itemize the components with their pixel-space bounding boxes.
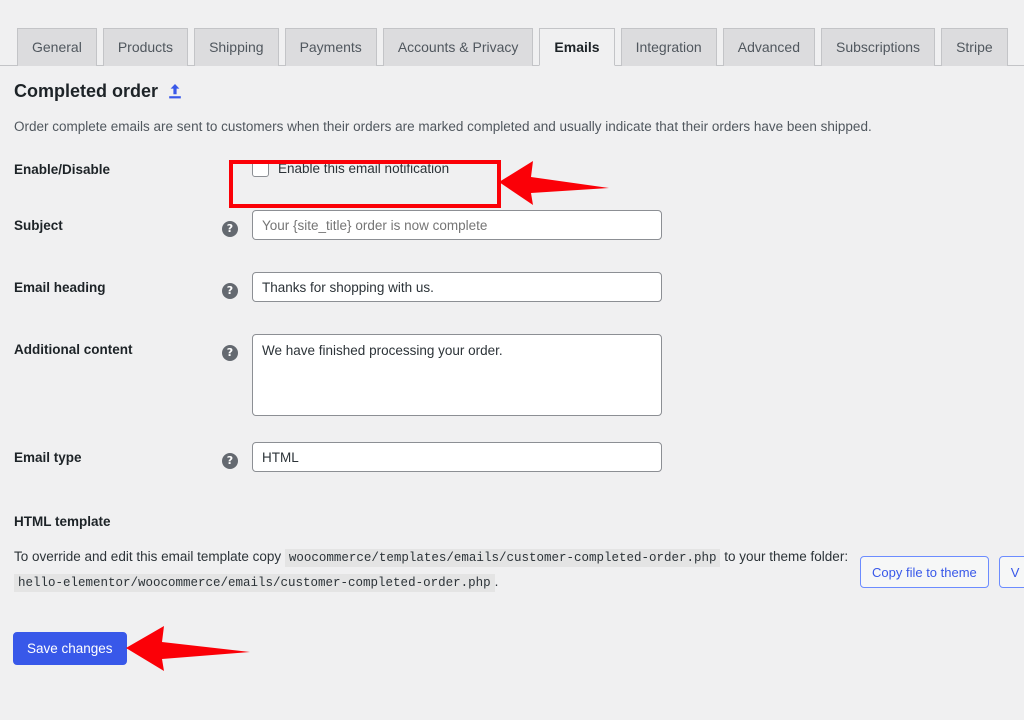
row-additional-content: Additional content ? [0, 334, 1024, 442]
help-icon[interactable]: ? [222, 221, 238, 237]
annotation-arrow-to-save-button [124, 619, 254, 677]
help-email-type[interactable]: ? [222, 442, 252, 469]
html-template-text-before: To override and edit this email template… [14, 549, 281, 564]
tab-products[interactable]: Products [103, 28, 188, 66]
label-additional-content: Additional content [14, 334, 222, 357]
html-template-theme-path: hello-elementor/woocommerce/emails/custo… [14, 574, 495, 592]
label-email-type: Email type [14, 442, 222, 465]
help-icon[interactable]: ? [222, 283, 238, 299]
row-enable-disable: Enable/Disable Enable this email notific… [0, 154, 1024, 210]
page-title-text: Completed order [14, 81, 158, 102]
label-enable-disable: Enable/Disable [14, 154, 222, 177]
email-heading-input[interactable] [252, 272, 662, 302]
settings-page: General Products Shipping Payments Accou… [0, 0, 1024, 720]
label-email-heading: Email heading [14, 272, 222, 295]
html-template-description: To override and edit this email template… [14, 545, 854, 595]
row-email-heading: Email heading ? [0, 272, 1024, 334]
view-template-button[interactable]: V [999, 556, 1024, 588]
help-icon[interactable]: ? [222, 453, 238, 469]
tab-general[interactable]: General [17, 28, 97, 66]
settings-form: Enable/Disable Enable this email notific… [0, 154, 1024, 492]
html-template-source-path: woocommerce/templates/emails/customer-co… [285, 549, 721, 567]
tab-subscriptions[interactable]: Subscriptions [821, 28, 935, 66]
label-subject: Subject [14, 210, 222, 233]
page-title: Completed order [14, 81, 1024, 102]
email-type-input[interactable] [252, 442, 662, 472]
row-subject: Subject ? [0, 210, 1024, 272]
tab-shipping[interactable]: Shipping [194, 28, 279, 66]
tab-emails[interactable]: Emails [539, 28, 614, 66]
help-email-heading[interactable]: ? [222, 272, 252, 299]
tab-accounts-privacy[interactable]: Accounts & Privacy [383, 28, 534, 66]
field-additional-content [252, 334, 1024, 421]
page-description: Order complete emails are sent to custom… [14, 119, 1024, 134]
row-email-type: Email type ? [0, 442, 1024, 492]
subject-input[interactable] [252, 210, 662, 240]
help-spacer-enable [222, 154, 252, 163]
field-email-type [252, 442, 1024, 472]
save-changes-button[interactable]: Save changes [13, 632, 127, 665]
copy-file-to-theme-button[interactable]: Copy file to theme [860, 556, 989, 588]
help-additional-content[interactable]: ? [222, 334, 252, 361]
html-template-text-middle: to your theme folder: [724, 549, 848, 564]
settings-tab-bar: General Products Shipping Payments Accou… [0, 28, 1024, 66]
additional-content-textarea[interactable] [252, 334, 662, 416]
html-template-title: HTML template [14, 514, 1024, 529]
html-template-buttons: Copy file to theme V [860, 556, 1024, 588]
html-template-text-after: . [495, 574, 499, 589]
tab-payments[interactable]: Payments [285, 28, 377, 66]
field-email-heading [252, 272, 1024, 302]
enable-email-checkbox[interactable] [252, 160, 269, 177]
help-subject[interactable]: ? [222, 210, 252, 237]
tab-advanced[interactable]: Advanced [723, 28, 815, 66]
help-icon[interactable]: ? [222, 345, 238, 361]
return-arrow-icon[interactable] [167, 83, 183, 100]
tab-stripe[interactable]: Stripe [941, 28, 1008, 66]
settings-content: Completed order Order complete emails ar… [0, 66, 1024, 595]
field-enable-disable: Enable this email notification [252, 154, 1024, 177]
field-subject [252, 210, 1024, 240]
tab-integration[interactable]: Integration [621, 28, 717, 66]
enable-email-checkbox-label[interactable]: Enable this email notification [278, 161, 449, 176]
